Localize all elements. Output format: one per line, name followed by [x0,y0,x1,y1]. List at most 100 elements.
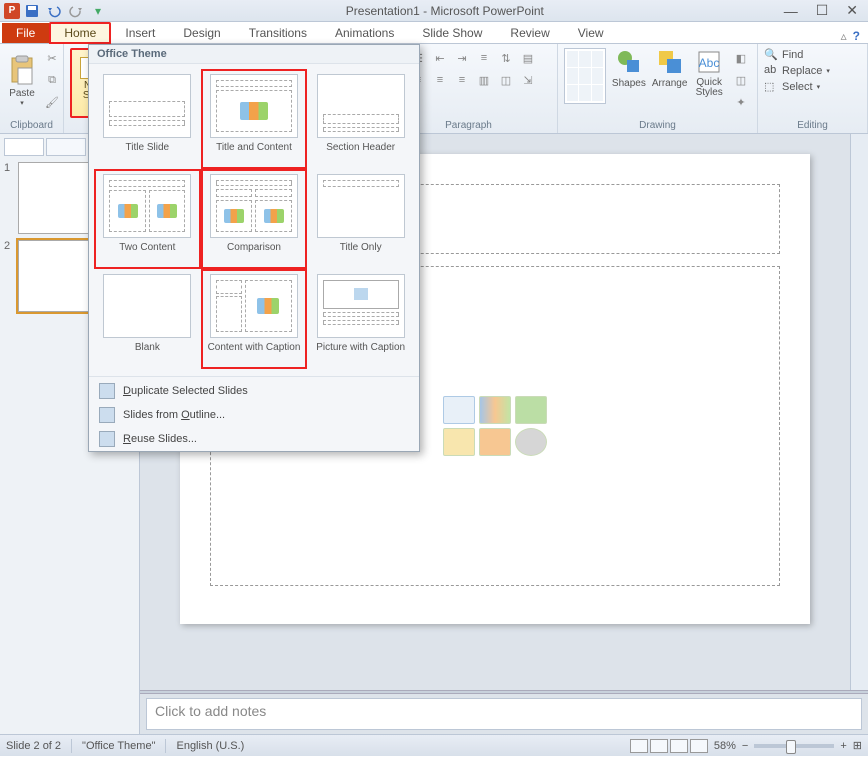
status-slide-info: Slide 2 of 2 [6,740,61,752]
quick-access-toolbar: ▾ [24,3,106,19]
tab-file[interactable]: File [2,23,49,43]
cmd-label: Reuse Slides... [123,433,197,445]
outline-tab[interactable] [46,138,86,156]
notes-splitter[interactable] [140,690,868,694]
tab-slideshow[interactable]: Slide Show [408,23,496,43]
cmd-label: Duplicate Selected Slides [123,385,248,397]
chevron-down-icon: ▾ [817,83,821,91]
justify-icon[interactable]: ≡ [452,70,472,90]
normal-view-button[interactable] [630,739,648,753]
gallery-cmd-duplicate[interactable]: Duplicate Selected Slides [89,379,419,403]
shape-outline-icon[interactable]: ◫ [731,70,751,90]
thumb-number: 2 [4,240,14,252]
tab-animations[interactable]: Animations [321,23,408,43]
insert-picture-icon[interactable] [443,428,475,456]
paste-button[interactable]: Paste ▾ [6,48,38,112]
layout-comparison[interactable]: Comparison [202,170,307,268]
sorter-view-button[interactable] [650,739,668,753]
layout-two-content[interactable]: Two Content [95,170,200,268]
convert-smartart-icon[interactable]: ◫ [496,70,516,90]
insert-table-icon[interactable] [443,396,475,424]
notes-pane[interactable]: Click to add notes [146,698,862,730]
select-label: Select [782,81,813,93]
save-icon[interactable] [24,3,40,19]
quick-styles-button[interactable]: Abc Quick Styles [693,48,725,98]
layout-title-and-content[interactable]: Title and Content [202,70,307,168]
columns-icon[interactable]: ▥ [474,70,494,90]
gallery-cmd-outline[interactable]: Slides from Outline... [89,403,419,427]
tab-view[interactable]: View [564,23,618,43]
redo-icon[interactable] [68,3,84,19]
insert-clipart-icon[interactable] [479,428,511,456]
layout-picture-with-caption[interactable]: Picture with Caption [308,270,413,368]
tab-design[interactable]: Design [169,23,234,43]
shapes-button[interactable]: Shapes [612,48,646,89]
text-direction-icon[interactable]: ⇅ [496,48,516,68]
layout-label: Comparison [227,242,281,264]
slideshow-view-button[interactable] [690,739,708,753]
duplicate-icon [99,383,115,399]
group-clipboard: Paste ▾ ✂ ⧉ 🖌 Clipboard [0,44,64,133]
para-dialog-icon[interactable]: ⇲ [518,70,538,90]
content-placeholder-icons[interactable] [443,396,547,456]
cut-icon[interactable]: ✂ [42,48,62,68]
layout-label: Content with Caption [208,342,301,364]
reuse-icon [99,431,115,447]
layout-title-slide[interactable]: Title Slide [95,70,200,168]
shape-fill-icon[interactable]: ◧ [731,48,751,68]
help-icon[interactable]: ? [853,29,860,43]
align-text-icon[interactable]: ▤ [518,48,538,68]
find-button[interactable]: 🔍 Find [764,48,861,62]
slides-tab[interactable] [4,138,44,156]
outline-icon [99,407,115,423]
arrange-button[interactable]: Arrange [652,48,688,89]
layout-section-header[interactable]: Section Header [308,70,413,168]
insert-smartart-icon[interactable] [515,396,547,424]
reading-view-button[interactable] [670,739,688,753]
line-spacing-icon[interactable]: ≡ [474,48,494,68]
undo-icon[interactable] [46,3,62,19]
tab-insert[interactable]: Insert [111,23,169,43]
copy-icon[interactable]: ⧉ [42,70,62,90]
tab-review[interactable]: Review [496,23,563,43]
layout-label: Title Only [340,242,382,264]
layout-content-with-caption[interactable]: Content with Caption [202,270,307,368]
tab-home[interactable]: Home [49,22,111,44]
layout-label: Title and Content [216,142,292,164]
layout-label: Title Slide [126,142,170,164]
inc-indent-icon[interactable]: ⇥ [452,48,472,68]
gallery-grid: Title Slide Title and Content Section He… [89,64,419,374]
group-label-drawing: Drawing [564,120,751,131]
layout-title-only[interactable]: Title Only [308,170,413,268]
shape-effects-icon[interactable]: ✦ [731,92,751,112]
zoom-in-button[interactable]: + [840,740,846,752]
app-icon: P [4,3,20,19]
status-language[interactable]: English (U.S.) [176,740,244,752]
qat-customize-icon[interactable]: ▾ [90,3,106,19]
insert-chart-icon[interactable] [479,396,511,424]
dec-indent-icon[interactable]: ⇤ [430,48,450,68]
replace-label: Replace [782,65,822,77]
layout-blank[interactable]: Blank [95,270,200,368]
ribbon-minimize-icon[interactable]: ▵ [841,29,847,43]
select-button[interactable]: ⬚ Select ▾ [764,80,861,94]
replace-button[interactable]: ab Replace ▾ [764,64,861,78]
zoom-out-button[interactable]: − [742,740,748,752]
shapes-gallery[interactable] [564,48,606,104]
status-theme: "Office Theme" [82,740,155,752]
chevron-down-icon: ▾ [20,99,24,107]
chevron-down-icon: ▾ [826,67,830,75]
fit-to-window-button[interactable]: ⊞ [853,739,862,752]
tab-transitions[interactable]: Transitions [235,23,321,43]
maximize-button[interactable]: ☐ [816,2,829,19]
insert-media-icon[interactable] [515,428,547,456]
zoom-slider[interactable] [754,744,834,748]
zoom-level[interactable]: 58% [714,740,736,752]
gallery-cmd-reuse[interactable]: Reuse Slides... [89,427,419,451]
vertical-scrollbar[interactable] [850,134,868,690]
status-bar: Slide 2 of 2 "Office Theme" English (U.S… [0,734,868,756]
minimize-button[interactable]: — [784,3,798,19]
align-right-icon[interactable]: ≡ [430,70,450,90]
format-painter-icon[interactable]: 🖌 [42,92,62,112]
close-button[interactable]: ✕ [846,2,858,19]
